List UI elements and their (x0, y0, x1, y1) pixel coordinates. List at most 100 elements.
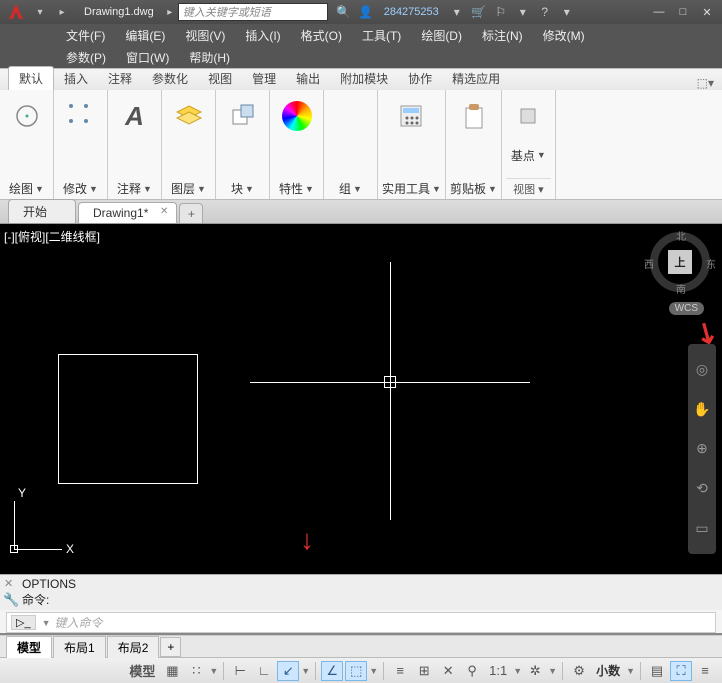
panel-dropdown-icon[interactable]: ▼ (488, 184, 497, 194)
help-icon[interactable]: ? (537, 4, 553, 20)
panel-dropdown-icon[interactable]: ▼ (89, 184, 98, 194)
close-button[interactable]: ✕ (696, 3, 718, 21)
ribbon-tab-管理[interactable]: 管理 (242, 67, 286, 90)
tab-start[interactable]: 开始 (8, 199, 76, 223)
panel-icon-绘图[interactable] (11, 100, 43, 132)
tab-close-icon[interactable]: ✕ (160, 206, 168, 217)
menu-帮助(H)[interactable]: 帮助(H) (179, 49, 240, 66)
menu-格式(O)[interactable]: 格式(O) (291, 27, 352, 44)
status-customize-icon[interactable]: ≡ (694, 661, 716, 681)
menu-窗口(W)[interactable]: 窗口(W) (116, 49, 179, 66)
search-icon[interactable]: 🔍 (336, 4, 352, 20)
panel-dropdown-icon[interactable]: ▼ (432, 184, 441, 194)
status-otrack-icon[interactable]: ⬚ (345, 661, 367, 681)
maximize-button[interactable]: □ (672, 3, 694, 21)
panel-dropdown-icon[interactable]: ▼ (35, 184, 44, 194)
status-grid-icon[interactable]: ▦ (161, 661, 183, 681)
app-logo[interactable] (0, 0, 32, 24)
status-scale-dropdown[interactable]: ▼ (513, 666, 522, 676)
status-model-button[interactable]: 模型 (125, 661, 159, 681)
status-otrack-dropdown[interactable]: ▼ (369, 666, 378, 676)
wcs-badge[interactable]: WCS (669, 302, 704, 315)
status-units-dropdown[interactable]: ▼ (626, 666, 635, 676)
command-input[interactable]: 键入命令 (55, 614, 712, 631)
menu-工具(T)[interactable]: 工具(T) (352, 27, 411, 44)
menu-视图(V)[interactable]: 视图(V) (175, 27, 235, 44)
menu-绘图(D)[interactable]: 绘图(D) (411, 27, 472, 44)
command-input-row[interactable]: ▷_ ▼ 键入命令 (6, 612, 716, 633)
app-menu-dropdown[interactable]: ▾ (32, 4, 48, 20)
panel-dropdown-icon[interactable]: ▼ (197, 184, 206, 194)
ribbon-tab-精选应用[interactable]: 精选应用 (442, 67, 510, 90)
ribbon-tab-附加模块[interactable]: 附加模块 (330, 67, 398, 90)
command-wrench-icon[interactable]: 🔧 (3, 592, 19, 608)
panel-dropdown-icon[interactable]: ▼ (353, 184, 362, 194)
ribbon-tab-注释[interactable]: 注释 (98, 67, 142, 90)
panel-icon-注释[interactable]: A (119, 100, 151, 132)
menu-编辑(E)[interactable]: 编辑(E) (115, 27, 175, 44)
menu-修改(M)[interactable]: 修改(M) (533, 27, 595, 44)
status-units-label[interactable]: 小数 (592, 662, 624, 679)
search-input[interactable]: 键入关键字或短语 (178, 3, 328, 21)
menu-文件(F)[interactable]: 文件(F) (56, 27, 115, 44)
qat-arrow-icon[interactable]: ▸ (54, 4, 70, 20)
status-snap-dropdown[interactable]: ▼ (209, 666, 218, 676)
viewport-label[interactable]: [-][俯视][二维线框] (4, 228, 100, 245)
nav-wheel-icon[interactable]: ◎ (692, 360, 712, 380)
layout-add-button[interactable]: + (160, 637, 181, 657)
ribbon-tab-默认[interactable]: 默认 (8, 66, 54, 90)
ribbon-tab-输出[interactable]: 输出 (286, 67, 330, 90)
history-dropdown[interactable]: ▸ (162, 4, 178, 20)
menu-标注(N)[interactable]: 标注(N) (472, 27, 533, 44)
status-ortho-icon[interactable]: ⊢ (229, 661, 251, 681)
status-lineweight-icon[interactable]: ≡ (389, 661, 411, 681)
share-dropdown[interactable]: ▾ (515, 4, 531, 20)
panel-icon-块[interactable] (227, 100, 259, 132)
help-dropdown[interactable]: ▾ (559, 4, 575, 20)
user-dropdown[interactable]: ▾ (449, 4, 465, 20)
status-snap-icon[interactable]: ∷ (185, 661, 207, 681)
panel-dropdown-icon[interactable]: ▼ (143, 184, 152, 194)
panel-dropdown-icon[interactable]: ▼ (537, 150, 546, 160)
viewcube-top-face[interactable]: 上 (668, 250, 692, 274)
panel-icon-实用工具[interactable] (395, 100, 427, 132)
panel-icon-组[interactable] (335, 100, 367, 132)
status-workspace-icon[interactable]: ⚙ (568, 661, 590, 681)
ribbon-tab-插入[interactable]: 插入 (54, 67, 98, 90)
status-isodraft-icon[interactable]: ↙ (277, 661, 299, 681)
new-tab-button[interactable]: + (179, 203, 203, 223)
status-annoscale-icon[interactable]: ⚲ (461, 661, 483, 681)
layout-tab-布局2[interactable]: 布局2 (107, 636, 160, 658)
drawing-canvas[interactable]: [-][俯视][二维线框] X Y 上 北 南 东 西 WCS ◎ ✋ ⊕ ⟲ … (0, 224, 722, 574)
ribbon-search-icon[interactable]: ⬚▾ (697, 76, 714, 90)
cart-icon[interactable]: 🛒 (471, 4, 487, 20)
layout-tab-布局1[interactable]: 布局1 (53, 636, 106, 658)
nav-pan-icon[interactable]: ✋ (692, 399, 712, 419)
minimize-button[interactable]: — (648, 3, 670, 21)
status-transparency-icon[interactable]: ⊞ (413, 661, 435, 681)
panel-icon-特性[interactable] (281, 100, 313, 132)
panel-dropdown-icon[interactable]: ▼ (305, 184, 314, 194)
status-cycling-icon[interactable]: ✕ (437, 661, 459, 681)
user-icon[interactable]: 👤 (358, 4, 374, 20)
command-prompt-icon[interactable]: ▷_ (11, 615, 36, 630)
status-annovis-icon[interactable]: ✲ (524, 661, 546, 681)
command-close-icon[interactable]: ✕ (4, 577, 13, 590)
layout-tab-模型[interactable]: 模型 (6, 636, 52, 658)
status-polar-icon[interactable]: ∟ (253, 661, 275, 681)
panel-dropdown-icon[interactable]: ▼ (245, 184, 254, 194)
status-annovis-dropdown[interactable]: ▼ (548, 666, 557, 676)
ribbon-tab-参数化[interactable]: 参数化 (142, 67, 198, 90)
panel-icon-剪贴板[interactable] (457, 100, 489, 132)
nav-showmotion-icon[interactable]: ▭ (692, 518, 712, 538)
drawn-rectangle[interactable] (58, 354, 198, 484)
ribbon-tab-视图[interactable]: 视图 (198, 67, 242, 90)
panel-icon-图层[interactable] (173, 100, 205, 132)
status-cleanscreen-icon[interactable]: ⛶ (670, 661, 692, 681)
menu-参数(P)[interactable]: 参数(P) (56, 49, 116, 66)
status-scale-label[interactable]: 1:1 (485, 661, 511, 681)
status-osnap-icon[interactable]: ∠ (321, 661, 343, 681)
nav-orbit-icon[interactable]: ⟲ (692, 479, 712, 499)
panel-icon-基点[interactable] (512, 100, 544, 132)
panel-icon-修改[interactable] (65, 100, 97, 132)
